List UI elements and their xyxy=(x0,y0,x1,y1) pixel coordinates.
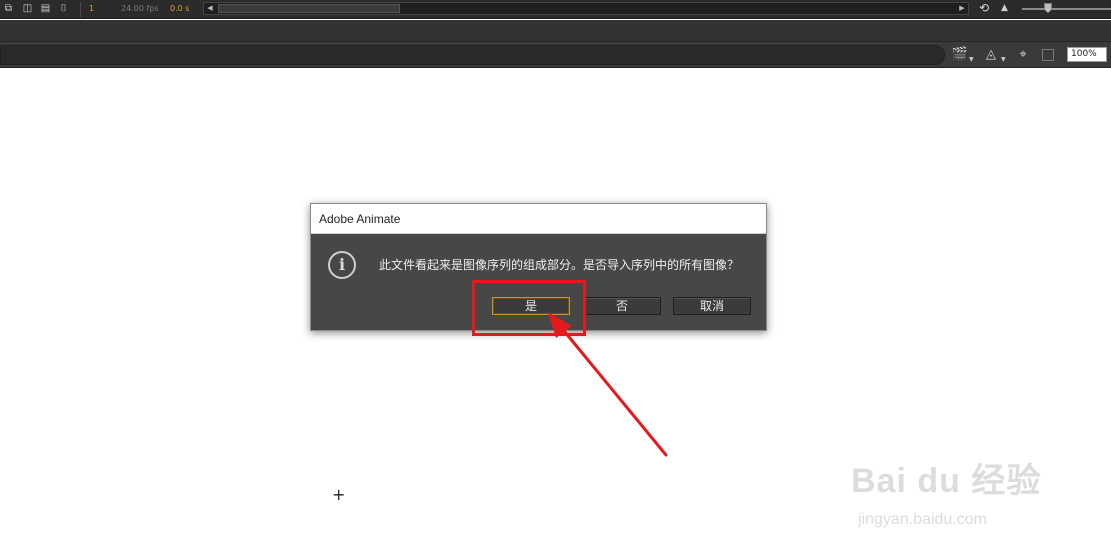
annotation-highlight-box xyxy=(472,280,586,336)
scene-breadcrumb-field xyxy=(0,45,945,65)
zoom-slider-thumb[interactable] xyxy=(1044,3,1052,13)
timeline-bar: ⧉ ◫ ▤ ⌷ 1 24.00 fps 0.0 s ◀ ▶ ⟲ ▲ xyxy=(0,0,1111,19)
scroll-left-icon[interactable]: ◀ xyxy=(205,3,215,14)
scroll-right-icon[interactable]: ▶ xyxy=(957,3,967,14)
current-frame[interactable]: 1 xyxy=(89,3,94,14)
crosshair-icon: + xyxy=(332,485,346,504)
baidu-watermark-url: jingyan.baidu.com xyxy=(858,511,987,528)
toolbar-divider xyxy=(80,2,81,17)
clip-content-icon[interactable] xyxy=(1042,49,1054,61)
baidu-watermark-logo: Bai du 经验 xyxy=(851,462,1042,500)
mountain-small-icon: ▲ xyxy=(1001,3,1008,13)
timeline-zoom-slider[interactable] xyxy=(1022,8,1111,10)
elapsed-time[interactable]: 0.0 s xyxy=(170,3,189,14)
clapperboard-icon[interactable]: 🎬 xyxy=(951,46,969,64)
scrollbar-thumb[interactable] xyxy=(218,4,400,13)
modify-markers-icon[interactable]: ⌷ xyxy=(58,3,69,14)
loop-icon[interactable]: ⟲ xyxy=(979,1,989,16)
edit-multiple-frames-icon[interactable]: ▤ xyxy=(40,3,51,14)
symbol-icon[interactable]: ◬ xyxy=(982,46,1000,64)
onion-skin-icon[interactable]: ⧉ xyxy=(3,3,14,14)
center-stage-icon[interactable]: ⌖ xyxy=(1014,46,1032,64)
frame-rate[interactable]: 24.00 fps xyxy=(121,3,159,14)
onion-outline-icon[interactable]: ◫ xyxy=(22,3,33,14)
chevron-down-icon[interactable]: ▼ xyxy=(1001,57,1006,63)
cancel-button[interactable]: 取消 xyxy=(673,297,751,315)
dialog-titlebar[interactable]: Adobe Animate xyxy=(311,204,766,234)
info-icon: i xyxy=(328,251,356,279)
zoom-field[interactable]: 100% xyxy=(1067,47,1107,62)
edit-bar: 🎬 ▼ ◬ ▼ ⌖ 100% xyxy=(0,42,1111,68)
chevron-down-icon[interactable]: ▼ xyxy=(969,57,974,63)
dialog-title: Adobe Animate xyxy=(319,212,401,226)
timeline-scrollbar[interactable]: ◀ ▶ xyxy=(203,2,969,15)
no-button[interactable]: 否 xyxy=(583,297,661,315)
panel-divider-strip xyxy=(0,20,1111,42)
dialog-message: 此文件看起来是图像序列的组成部分。是否导入序列中的所有图像？ xyxy=(379,258,740,272)
